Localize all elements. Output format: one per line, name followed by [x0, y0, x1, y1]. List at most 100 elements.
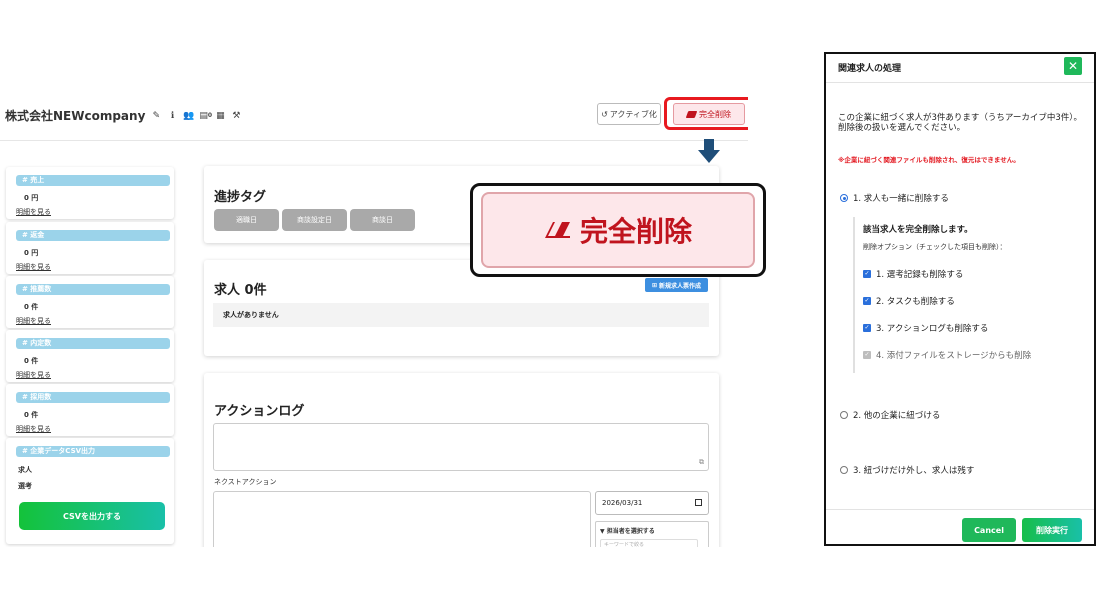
action-log-card: アクションログ ⧉ ネクストアクション 2026/03/31 ▼ 担当者を選択す… [204, 373, 719, 547]
option-unlink-keep-jobs[interactable]: 3. 紐づけだけ外し、求人は残す [840, 464, 974, 476]
delete-options-title: 該当求人を完全削除します。 [863, 225, 973, 235]
next-action-label: ネクストアクション [214, 478, 277, 486]
stat-tag: # 返金 [16, 230, 170, 241]
check-label: 1. 選考記録も削除する [876, 270, 964, 280]
option-label: 2. 他の企業に紐づける [853, 411, 941, 421]
stat-value: 0 件 [24, 357, 39, 365]
next-action-date-input[interactable]: 2026/03/31 [595, 491, 709, 515]
option-link-other-company[interactable]: 2. 他の企業に紐づける [840, 409, 940, 421]
check-delete-selection-records[interactable]: ✓ 1. 選考記録も削除する [863, 268, 963, 280]
checkbox-checked[interactable]: ✓ [863, 324, 871, 332]
checkbox-checked[interactable]: ✓ [863, 297, 871, 305]
company-name: 株式会社NEWcompany [5, 109, 146, 123]
copy-icon[interactable]: ⧉ [699, 458, 704, 467]
csv-tag: # 企業データCSV出力 [16, 446, 170, 457]
document-icon[interactable]: ▤0 [199, 111, 213, 121]
stat-detail-link[interactable]: 明細を見る [16, 262, 51, 272]
modal-footer-divider [826, 509, 1094, 510]
modal-warning: ※企業に紐づく関連ファイルも削除され、復元はできません。 [838, 156, 1020, 164]
stat-value: 0 円 [24, 249, 39, 257]
stat-detail-link[interactable]: 明細を見る [16, 424, 51, 434]
stat-tag: # 内定数 [16, 338, 170, 349]
check-label: 2. タスクも削除する [876, 297, 955, 307]
stat-detail-link[interactable]: 明細を見る [16, 370, 51, 380]
csv-export-button[interactable]: CSVを出力する [19, 502, 165, 530]
users-icon[interactable]: 👥 [183, 111, 194, 121]
stat-detail-link[interactable]: 明細を見る [16, 207, 51, 217]
stat-tag: # 採用数 [16, 392, 170, 403]
stat-value: 0 件 [24, 411, 39, 419]
edit-icon[interactable]: ✎ [151, 111, 161, 121]
new-job-button-label: 新規求人票作成 [659, 282, 702, 290]
jobs-empty-message: 求人がありません [213, 303, 709, 327]
next-action-textarea[interactable] [213, 491, 591, 547]
related-jobs-modal: 関連求人の処理 ✕ この企業に紐づく求人が3件あります（うちアーカイブ中3件）。… [824, 52, 1096, 546]
eraser-icon [544, 222, 570, 238]
stat-card-refund: # 返金 0 円 明細を見る [6, 222, 174, 274]
csv-item-jobs: 求人 [18, 466, 32, 474]
magic-wand-icon[interactable]: ⚒ [231, 111, 241, 121]
stat-tag: # 売上 [16, 175, 170, 186]
stat-card-sales: # 売上 0 円 明細を見る [6, 167, 174, 219]
arrow-down-icon [698, 139, 720, 163]
assignee-search-input[interactable]: キーワードで絞る [600, 539, 698, 547]
option-delete-jobs[interactable]: 1. 求人も一緒に削除する [840, 192, 949, 204]
csv-item-selection: 選考 [18, 482, 32, 490]
info-icon[interactable]: ℹ [167, 111, 177, 121]
progress-tag[interactable]: 商談日 [350, 209, 415, 231]
stat-detail-link[interactable]: 明細を見る [16, 316, 51, 326]
radio-unselected[interactable] [840, 411, 848, 419]
zoomed-delete-button: 完全削除 [481, 192, 755, 268]
modal-divider [826, 82, 1094, 83]
stats-sidebar: # 売上 0 円 明細を見る # 返金 0 円 明細を見る # 推薦数 0 件 … [6, 167, 178, 547]
modal-description: この企業に紐づく求人が3件あります（うちアーカイブ中3件）。削除後の扱いを選んで… [838, 113, 1083, 133]
checkbox-disabled: ✓ [863, 351, 871, 359]
activate-button[interactable]: ↺ アクティブ化 [597, 103, 661, 125]
check-delete-attachments: ✓ 4. 添付ファイルをストレージからも削除 [863, 349, 1031, 361]
execute-delete-button[interactable]: 削除実行 [1022, 518, 1082, 542]
check-label: 3. アクションログも削除する [876, 324, 989, 334]
check-delete-tasks[interactable]: ✓ 2. タスクも削除する [863, 295, 955, 307]
option-label: 1. 求人も一緒に削除する [853, 194, 949, 204]
delete-options-note: 削除オプション（チェックした項目も削除）： [863, 243, 1007, 251]
csv-export-card: # 企業データCSV出力 求人 選考 CSVを出力する [6, 438, 174, 544]
stat-card-offers: # 内定数 0 件 明細を見る [6, 330, 174, 382]
radio-unselected[interactable] [840, 466, 848, 474]
option-label: 3. 紐づけだけ外し、求人は残す [853, 466, 975, 476]
assignee-selector[interactable]: ▼ 担当者を選択する キーワードで絞る [595, 521, 709, 547]
plus-square-icon: ⊞ [651, 281, 657, 289]
stat-card-recommendations: # 推薦数 0 件 明細を見る [6, 276, 174, 328]
modal-title: 関連求人の処理 [838, 64, 902, 74]
zoomed-delete-label: 完全削除 [579, 215, 692, 248]
document-count-badge: 0 [207, 111, 213, 119]
calendar-picker-icon[interactable] [695, 499, 702, 506]
eraser-icon [685, 110, 698, 118]
checkbox-checked[interactable]: ✓ [863, 270, 871, 278]
cancel-button[interactable]: Cancel [962, 518, 1016, 542]
assignee-title[interactable]: ▼ 担当者を選択する [600, 526, 655, 535]
radio-selected[interactable] [840, 194, 848, 202]
progress-tag[interactable]: 適職日 [214, 209, 279, 231]
stat-card-hires: # 採用数 0 件 明細を見る [6, 384, 174, 436]
calendar-icon[interactable]: ▦ [215, 111, 225, 121]
page-header: 株式会社NEWcompany ✎ ℹ 👥 ▤0 ▦ ⚒ ↺ アクティブ化 完全削… [0, 95, 748, 141]
stat-value: 0 円 [24, 194, 39, 202]
close-icon[interactable]: ✕ [1064, 57, 1082, 75]
progress-title: 進捗タグ [214, 190, 267, 205]
progress-tag[interactable]: 商談設定日 [282, 209, 347, 231]
check-label: 4. 添付ファイルをストレージからも削除 [876, 351, 1032, 361]
action-log-textarea[interactable]: ⧉ [213, 423, 709, 471]
check-delete-action-logs[interactable]: ✓ 3. アクションログも削除する [863, 322, 988, 334]
delete-options-block: 該当求人を完全削除します。 削除オプション（チェックした項目も削除）： ✓ 1.… [853, 217, 1085, 373]
zoom-callout: 完全削除 [470, 183, 766, 277]
date-value: 2026/03/31 [602, 499, 643, 507]
new-job-button[interactable]: ⊞ 新規求人票作成 [645, 278, 708, 292]
action-log-title: アクションログ [214, 404, 305, 419]
stat-tag: # 推薦数 [16, 284, 170, 295]
activate-button-label: アクティブ化 [609, 109, 657, 119]
company-detail-page: 株式会社NEWcompany ✎ ℹ 👥 ▤0 ▦ ⚒ ↺ アクティブ化 完全削… [0, 95, 748, 547]
delete-permanently-button[interactable]: 完全削除 [673, 103, 745, 125]
jobs-title: 求人 0件 [214, 283, 267, 298]
company-header: 株式会社NEWcompany ✎ ℹ 👥 ▤0 ▦ ⚒ [5, 107, 241, 124]
stat-value: 0 件 [24, 303, 39, 311]
